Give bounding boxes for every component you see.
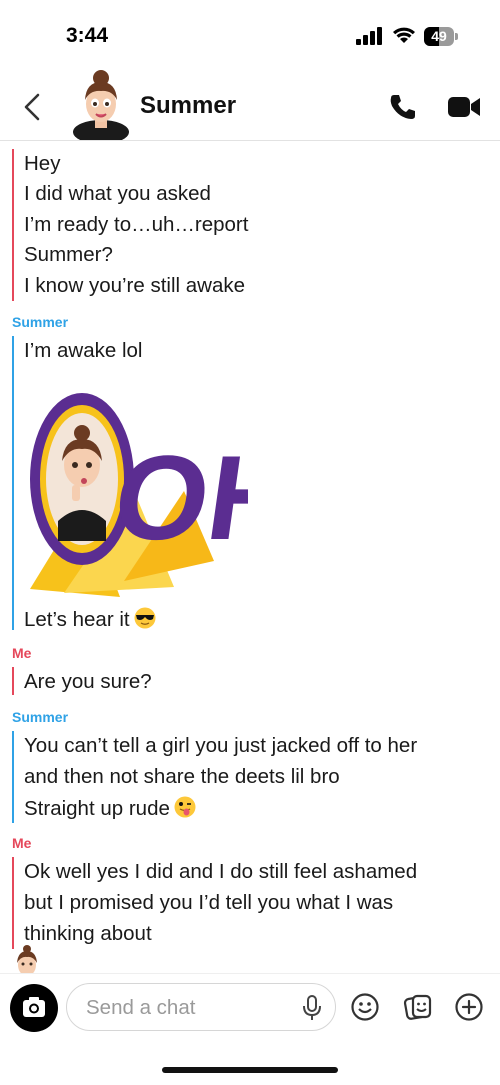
chat-title[interactable]: Summer	[140, 92, 236, 120]
sender-bar-summer	[12, 336, 14, 630]
sticker-text: OH?	[106, 431, 248, 565]
message-text: Straight up rude	[24, 796, 196, 821]
avatar[interactable]	[70, 70, 132, 140]
message-text: but I promised you I’d tell you what I w…	[24, 891, 394, 914]
oh-sticker[interactable]: OH?	[24, 381, 248, 599]
message-text: Are you sure?	[24, 670, 152, 693]
status-bar: 3:44 49	[0, 0, 500, 70]
microphone-icon[interactable]	[300, 994, 324, 1022]
message-text: You can’t tell a girl you just jacked of…	[24, 734, 418, 757]
message-text: I did what you asked	[24, 182, 211, 205]
message-text: I’m awake lol	[24, 339, 143, 362]
sender-label-summer: Summer	[12, 709, 69, 725]
typing-avatar	[17, 945, 37, 973]
phone-icon[interactable]	[388, 92, 418, 122]
cellular-signal-icon	[356, 27, 382, 45]
battery-indicator: 49	[424, 27, 460, 46]
chat-thread[interactable]: Hey I did what you asked I’m ready to…uh…	[0, 141, 500, 973]
sender-label-summer: Summer	[12, 314, 69, 330]
camera-icon	[23, 997, 45, 1017]
sender-label-me: Me	[12, 645, 32, 661]
smiley-icon[interactable]	[350, 992, 380, 1022]
chevron-left-icon[interactable]	[18, 92, 48, 122]
status-time: 3:44	[66, 24, 109, 47]
message-text: Ok well yes I did and I do still feel as…	[24, 860, 418, 883]
composer-bar: Send a chat	[0, 973, 500, 1085]
home-indicator	[162, 1067, 338, 1073]
camera-button[interactable]	[10, 984, 58, 1032]
message-text: Let’s hear it	[24, 608, 130, 631]
chat-input[interactable]: Send a chat	[66, 983, 336, 1031]
wifi-icon	[393, 27, 415, 43]
battery-level: 49	[431, 28, 447, 44]
sender-bar-me	[12, 149, 14, 301]
video-camera-icon[interactable]	[448, 96, 482, 118]
chat-header: Summer	[0, 70, 500, 141]
message-text: Straight up rude	[24, 797, 170, 820]
message-text: I know you’re still awake	[24, 274, 246, 297]
winking-tongue-emoji-icon	[174, 796, 196, 818]
message-text: Let’s hear it	[24, 607, 156, 632]
sender-bar-me	[12, 857, 14, 949]
chat-input-placeholder: Send a chat	[86, 996, 196, 1019]
sender-label-me: Me	[12, 835, 32, 851]
plus-circle-icon[interactable]	[454, 992, 484, 1022]
sticker-icon[interactable]	[403, 992, 433, 1022]
sunglasses-emoji-icon	[134, 607, 156, 629]
message-text: and then not share the deets lil bro	[24, 765, 340, 788]
message-text: Summer?	[24, 243, 113, 266]
sender-bar-me	[12, 667, 14, 695]
message-text: Hey	[24, 152, 61, 175]
message-text: I’m ready to…uh…report	[24, 213, 249, 236]
sender-bar-summer	[12, 731, 14, 823]
message-text: thinking about	[24, 922, 152, 945]
